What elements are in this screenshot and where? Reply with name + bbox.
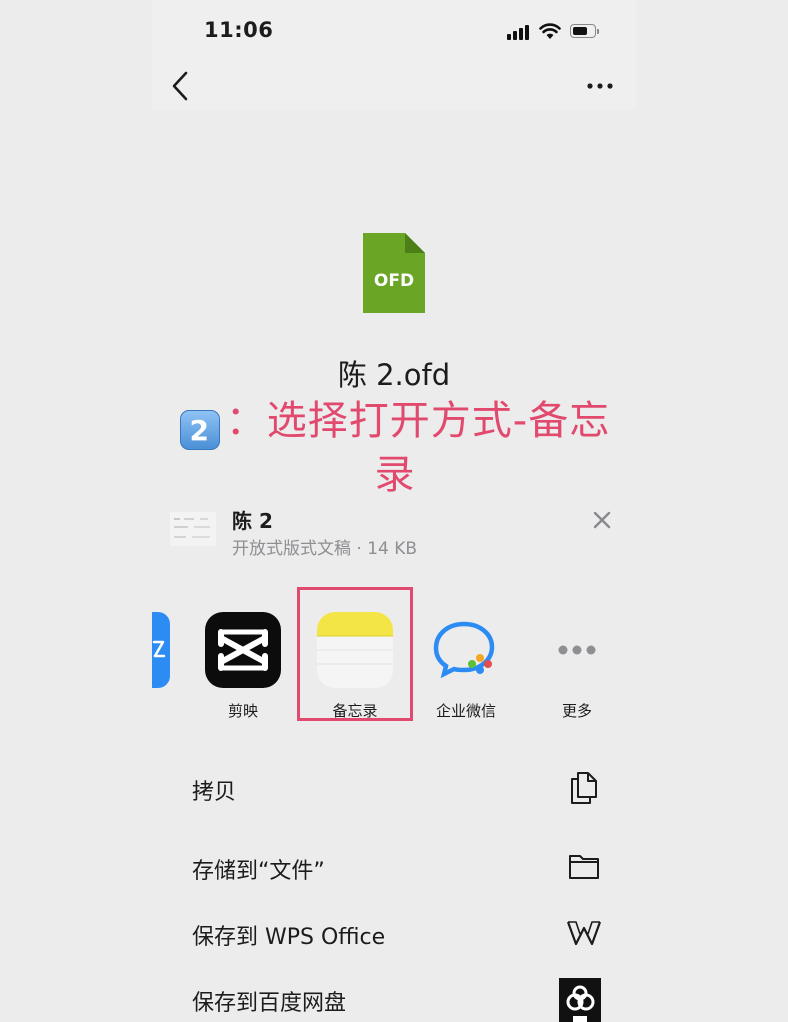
step-number-badge: 2 [179,410,220,450]
app-more[interactable]: 更多 [539,612,615,721]
cellular-signal-icon [507,24,531,40]
action-save-to-wps[interactable]: 保存到 WPS Office [192,912,612,952]
close-button[interactable] [588,506,616,534]
ofd-file-icon-label: OFD [373,271,415,291]
annotation-highlight-box [297,587,413,721]
annotation-caption: ：选择打开方式-备忘录 [225,398,611,498]
app-wecom[interactable]: 企业微信 [428,612,504,721]
file-meta: 开放式版式文稿 · 14 KB [232,539,418,559]
top-bar [152,0,636,110]
app-label: 企业微信 [435,702,496,720]
partial-app-icon[interactable] [152,612,170,688]
app-label: 剪映 [227,702,258,720]
action-save-to-baidu-netdisk[interactable]: 保存到百度网盘 [192,978,612,1022]
capcut-icon [205,612,281,688]
more-icon [539,612,615,688]
baidu-netdisk-icon [559,978,601,1022]
folder-icon [569,855,599,879]
app-label: 更多 [561,702,592,720]
annotation-text: 2 ：选择打开方式-备忘录 [160,396,630,500]
back-button[interactable] [166,68,196,104]
wifi-icon [539,23,561,39]
action-label: 保存到 WPS Office [192,925,386,950]
wps-icon [566,921,602,946]
action-label: 拷贝 [192,780,237,805]
ofd-file-icon: OFD [363,233,425,313]
copy-icon [571,772,597,804]
file-preview-thumbnail [170,512,216,546]
battery-icon [570,24,600,40]
action-save-to-files[interactable]: 存储到“文件” [192,846,612,886]
action-label: 存储到“文件” [192,859,325,884]
file-name: 陈 2 [232,509,273,533]
status-time: 11:06 [204,18,274,42]
action-label: 保存到百度网盘 [192,991,347,1016]
wecom-icon [428,612,504,688]
file-title: 陈 2.ofd [337,358,451,392]
action-copy[interactable]: 拷贝 [192,767,612,807]
more-options-button[interactable] [580,72,620,100]
app-capcut[interactable]: 剪映 [205,612,281,721]
